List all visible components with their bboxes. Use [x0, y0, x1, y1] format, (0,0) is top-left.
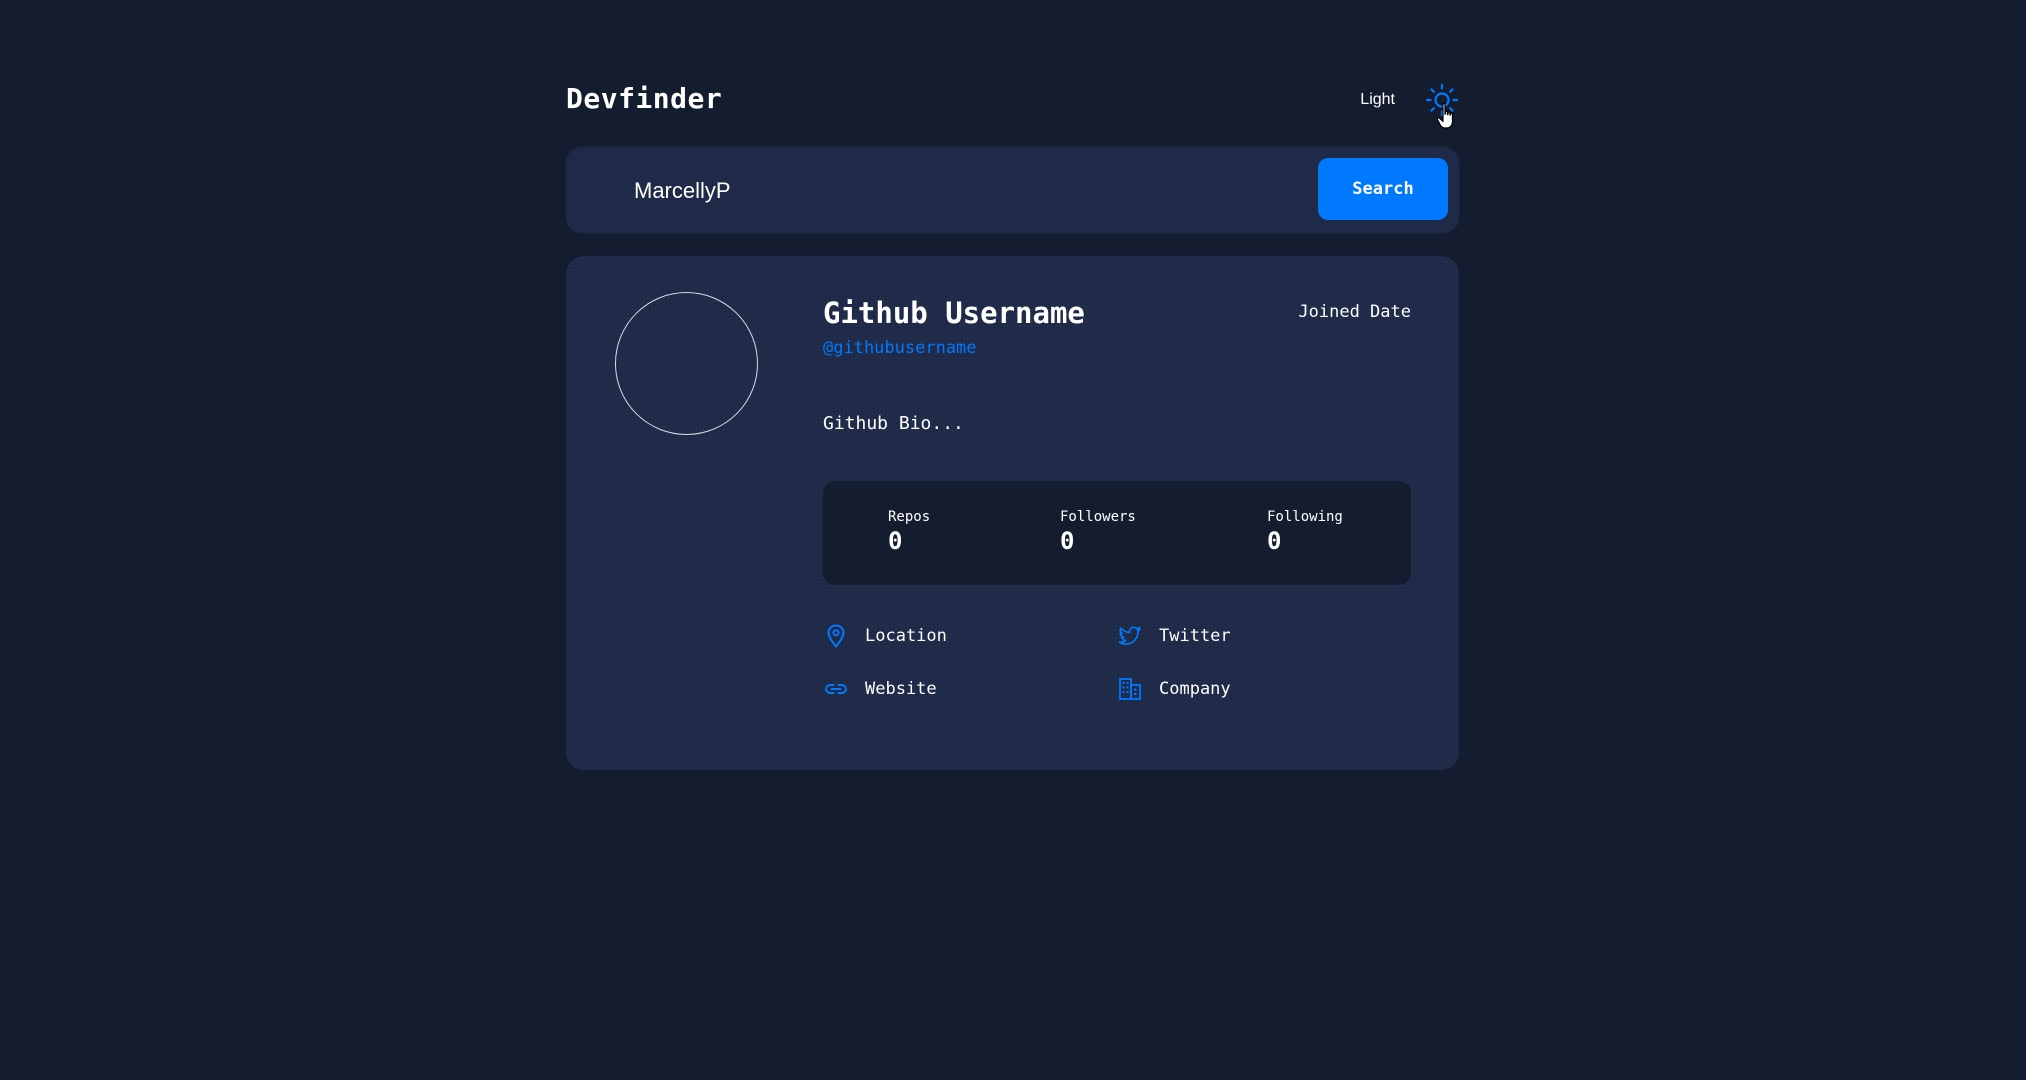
profile-handle[interactable]: @githubusername: [823, 338, 977, 358]
stat-following-label: Following: [1267, 509, 1343, 525]
stat-repos: Repos 0: [888, 509, 930, 555]
link-twitter[interactable]: Twitter: [1117, 621, 1231, 651]
stats-panel: Repos 0 Followers 0 Following 0: [823, 481, 1411, 585]
avatar: [615, 292, 758, 435]
theme-toggle-label: Light: [1360, 91, 1395, 108]
link-location: Location: [823, 621, 947, 651]
stat-following-value: 0: [1267, 527, 1282, 555]
stat-following: Following 0: [1267, 509, 1343, 555]
stat-repos-label: Repos: [888, 509, 931, 525]
stat-followers: Followers 0: [1060, 509, 1136, 555]
stat-repos-value: 0: [888, 527, 903, 555]
profile-card: Github Username Joined Date @githubusern…: [566, 256, 1459, 770]
website-text: Website: [865, 679, 937, 699]
link-company: Company: [1117, 674, 1231, 704]
location-pin-icon: [827, 624, 845, 649]
location-text: Location: [865, 626, 947, 646]
stat-followers-label: Followers: [1060, 509, 1136, 525]
profile-bio: Github Bio...: [823, 413, 964, 434]
stat-followers-value: 0: [1060, 527, 1075, 555]
building-icon: [1119, 678, 1141, 700]
profile-name: Github Username: [823, 296, 1085, 330]
header: Devfinder Light: [566, 78, 1459, 129]
twitter-icon: [1118, 626, 1141, 645]
link-chain-icon: [824, 684, 848, 694]
twitter-text: Twitter: [1159, 626, 1231, 646]
search-bar: Search: [566, 147, 1459, 233]
pointer-cursor-icon: [1436, 102, 1454, 129]
link-website[interactable]: Website: [823, 674, 937, 704]
joined-date: Joined Date: [1298, 302, 1411, 322]
company-text: Company: [1159, 679, 1231, 699]
search-input[interactable]: [632, 169, 1276, 213]
app-logo: Devfinder: [566, 82, 723, 115]
search-button[interactable]: Search: [1318, 158, 1448, 220]
